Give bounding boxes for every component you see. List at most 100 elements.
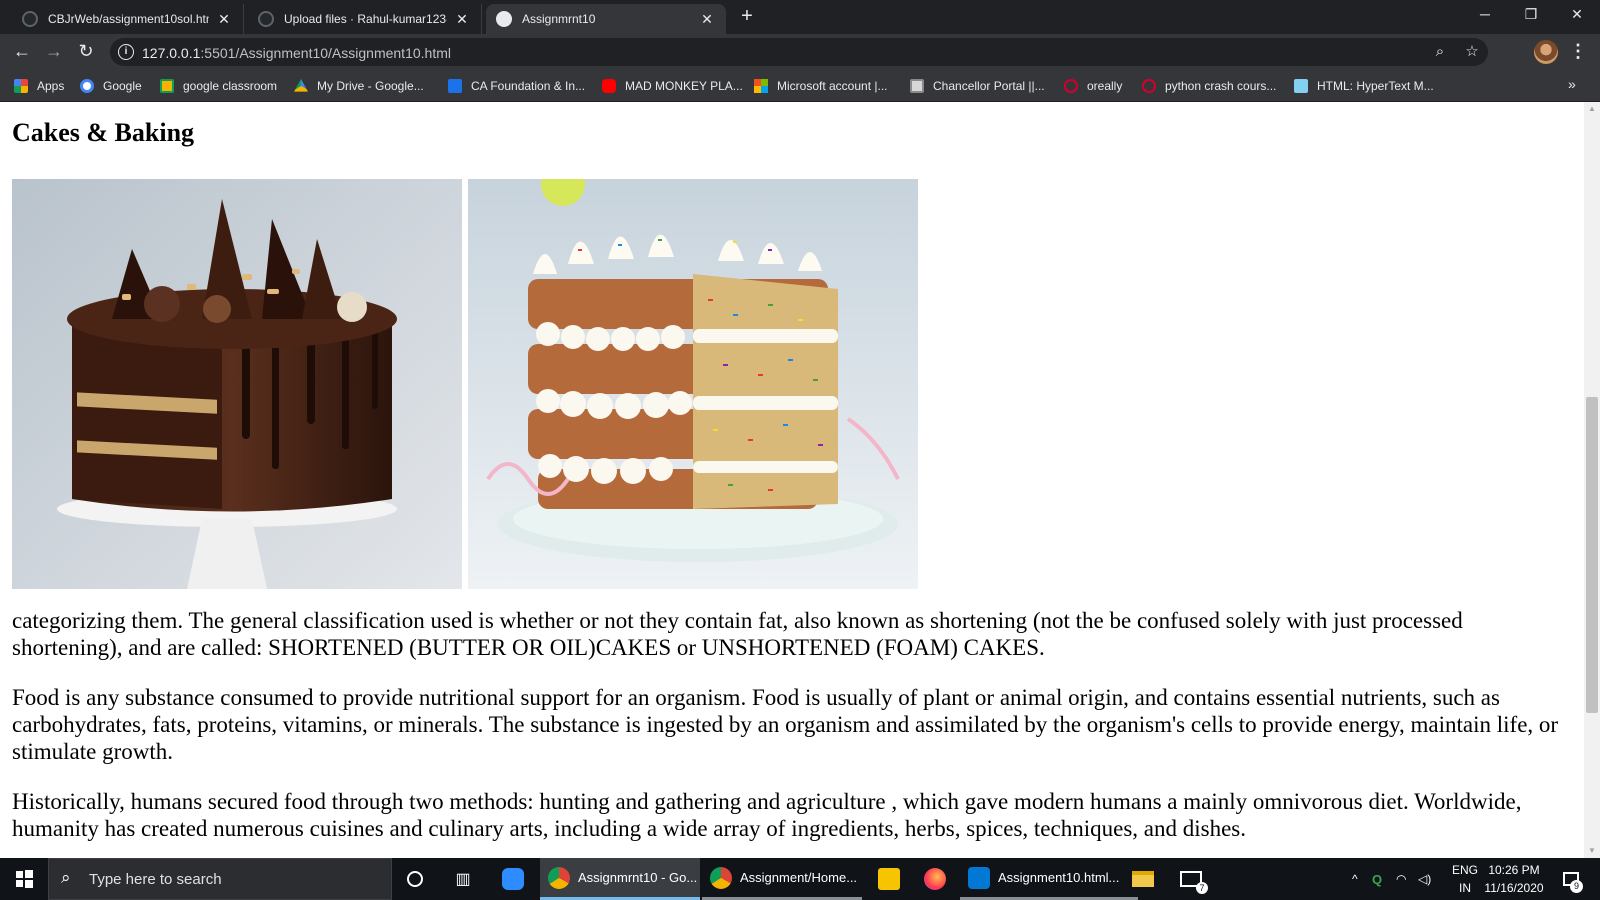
system-clock[interactable]: 10:26 PM 11/16/2020: [1484, 861, 1544, 897]
browser-menu-icon[interactable]: ⋮: [1568, 40, 1588, 64]
vscode-icon: [968, 866, 990, 889]
bookmark-microsoft-account[interactable]: Microsoft account |...: [754, 77, 888, 95]
start-button[interactable]: [0, 858, 48, 900]
cortana-button[interactable]: [392, 858, 438, 900]
mail-button[interactable]: 7: [1168, 858, 1214, 900]
back-button[interactable]: ←: [10, 40, 34, 64]
notification-badge: 9: [1570, 880, 1583, 893]
ca-foundation-icon: [448, 79, 462, 93]
tab-title: Assignmrnt10: [522, 12, 596, 26]
bookmark-mad-monkey[interactable]: MAD MONKEY PLA...: [602, 77, 743, 95]
speaker-icon: ◁): [1418, 872, 1432, 886]
task-view-button[interactable]: ▥: [440, 858, 486, 900]
bookmark-html-hypertext[interactable]: HTML: HyperText M...: [1294, 77, 1434, 95]
bookmark-star-icon[interactable]: ☆: [1462, 43, 1482, 61]
browser-toolbar: ← → ↻ i 127.0.0.1:5501/Assignment10/Assi…: [0, 34, 1600, 70]
bookmark-ca-foundation[interactable]: CA Foundation & In...: [448, 77, 585, 95]
bookmark-python-crash-course[interactable]: python crash cours...: [1142, 77, 1276, 95]
site-info-icon[interactable]: i: [118, 44, 134, 60]
player-app-button[interactable]: [866, 858, 912, 900]
tab-assignmrnt10[interactable]: Assignmrnt10 ✕: [486, 4, 726, 34]
address-bar[interactable]: i 127.0.0.1:5501/Assignment10/Assignment…: [110, 38, 1488, 66]
scrollbar-thumb[interactable]: [1586, 397, 1598, 713]
search-icon: ⌕: [61, 868, 71, 887]
browser-tab-strip: CBJrWeb/assignment10sol.html a ✕ Upload …: [0, 0, 1600, 34]
url-path: :5501/Assignment10/Assignment10.html: [200, 45, 451, 61]
zoom-app-button[interactable]: [490, 858, 536, 900]
google-icon: [80, 79, 94, 93]
tab-title: Upload files · Rahul-kumar123-b: [284, 12, 447, 26]
restore-button[interactable]: ❐: [1508, 0, 1554, 30]
taskbar-app-label: Assignment10.html...: [998, 870, 1120, 885]
page-heading: Cakes & Baking: [12, 118, 195, 147]
microsoft-icon: [754, 79, 768, 93]
zoom-icon[interactable]: ⌕: [1430, 43, 1450, 61]
github-icon: [22, 11, 38, 27]
bookmark-my-drive[interactable]: My Drive - Google...: [294, 77, 424, 95]
bookmark-apps[interactable]: Apps: [14, 77, 64, 95]
taskbar-chrome-assignmrnt10[interactable]: Assignmrnt10 - Go...: [540, 858, 700, 900]
bookmark-label: MAD MONKEY PLA...: [625, 79, 743, 93]
forward-button[interactable]: →: [42, 40, 66, 64]
wifi-status[interactable]: ◠: [1396, 858, 1406, 900]
bookmarks-overflow-button[interactable]: »: [1568, 76, 1576, 92]
windows-taskbar: ⌕ Type here to search ▥ Assignmrnt10 - G…: [0, 858, 1600, 900]
player-app-icon: [878, 868, 900, 890]
show-hidden-icons[interactable]: ^: [1352, 858, 1358, 900]
profile-avatar[interactable]: [1534, 40, 1558, 64]
notification-center[interactable]: 9: [1556, 858, 1586, 900]
reload-button[interactable]: ↻: [74, 40, 98, 64]
bookmark-label: CA Foundation & In...: [471, 79, 586, 93]
input-language[interactable]: ENG IN: [1450, 861, 1480, 897]
bookmark-label: python crash cours...: [1165, 79, 1277, 93]
zoom-app-icon: [502, 868, 524, 890]
bookmark-oreally[interactable]: oreally: [1064, 77, 1122, 95]
new-tab-button[interactable]: +: [736, 6, 758, 28]
scroll-up-icon[interactable]: ▲: [1584, 102, 1600, 116]
taskbar-vscode-assignment10[interactable]: Assignment10.html...: [960, 858, 1138, 900]
folder-icon: [1132, 871, 1154, 887]
file-explorer-button[interactable]: [1120, 858, 1166, 900]
oreilly-icon: [1142, 79, 1156, 93]
funfetti-cake-image: [468, 179, 918, 589]
clock-date: 11/16/2020: [1484, 881, 1544, 895]
scroll-down-icon[interactable]: ▼: [1584, 844, 1600, 858]
clock-time: 10:26 PM: [1488, 863, 1540, 877]
apps-grid-icon: [14, 79, 28, 93]
portal-icon: [910, 79, 924, 93]
minimize-button[interactable]: ─: [1462, 0, 1508, 30]
bookmark-label: oreally: [1087, 79, 1123, 93]
firefox-button[interactable]: [912, 858, 958, 900]
tab-assignment10sol[interactable]: CBJrWeb/assignment10sol.html a ✕: [12, 4, 244, 34]
region-code: IN: [1459, 881, 1471, 895]
chocolate-cake-image: [12, 179, 462, 589]
bookmark-google-classroom[interactable]: google classroom: [160, 77, 277, 95]
page-scrollbar[interactable]: ▲ ▼: [1584, 102, 1600, 858]
bookmark-chancellor-portal[interactable]: Chancellor Portal ||...: [910, 77, 1045, 95]
close-window-button[interactable]: ✕: [1554, 0, 1600, 30]
paragraph-cake-classification: categorizing them. The general classific…: [12, 608, 1463, 660]
github-icon: [258, 11, 274, 27]
chevron-up-icon: ^: [1352, 872, 1358, 886]
bookmark-label: Google: [103, 79, 142, 93]
taskbar-search[interactable]: ⌕ Type here to search: [48, 858, 392, 900]
close-tab-icon[interactable]: ✕: [698, 11, 716, 28]
task-view-icon: ▥: [455, 871, 471, 888]
url-text[interactable]: 127.0.0.1:5501/Assignment10/Assignment10…: [142, 45, 451, 61]
youtube-icon: [602, 79, 616, 93]
taskbar-chrome-assignment-home[interactable]: Assignment/Home...: [702, 858, 862, 900]
bookmark-label: Microsoft account |...: [777, 79, 888, 93]
close-tab-icon[interactable]: ✕: [453, 11, 471, 28]
tray-app[interactable]: Q: [1372, 858, 1382, 900]
taskbar-app-label: Assignment/Home...: [740, 870, 858, 885]
drive-icon: [294, 79, 308, 92]
chrome-icon: [710, 866, 732, 889]
paragraph-food-definition: Food is any substance consumed to provid…: [12, 685, 1559, 764]
bookmark-google[interactable]: Google: [80, 77, 142, 95]
classroom-icon: [160, 79, 174, 93]
close-tab-icon[interactable]: ✕: [215, 11, 233, 28]
tab-upload-files[interactable]: Upload files · Rahul-kumar123-b ✕: [248, 4, 482, 34]
paragraph-food-history: Historically, humans secured food throug…: [12, 789, 1522, 841]
windows-logo-icon: [16, 870, 33, 888]
volume-control[interactable]: ◁): [1418, 858, 1431, 900]
